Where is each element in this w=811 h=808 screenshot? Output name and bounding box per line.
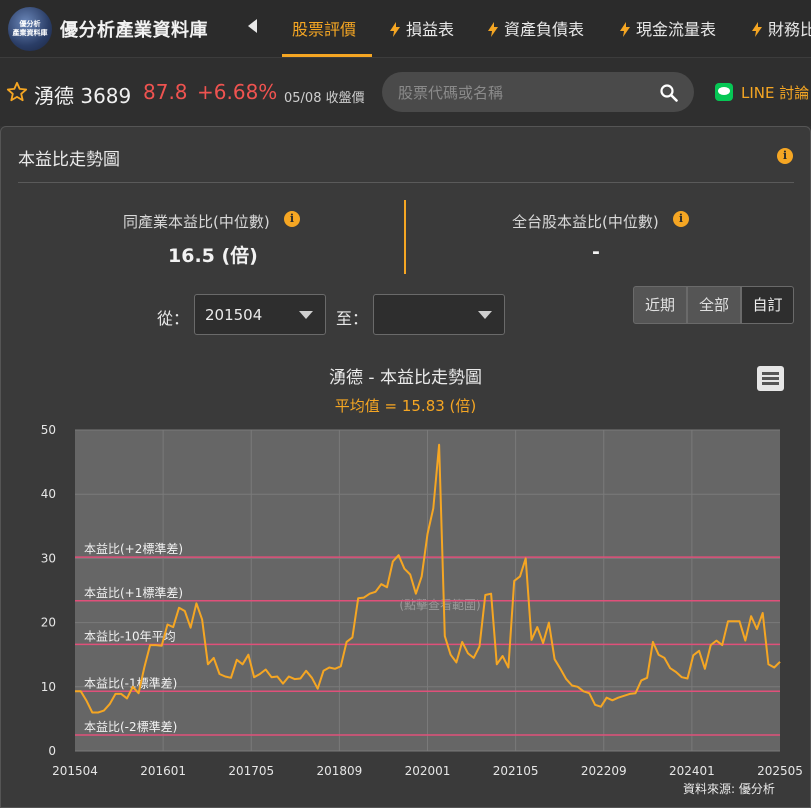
x-tick-label: 202001 [405,764,451,778]
x-tick-label: 202401 [669,764,715,778]
x-tick-label: 202105 [493,764,539,778]
x-tick-label: 202209 [581,764,627,778]
y-tick-label: 30 [41,551,56,565]
x-tick-label: 201809 [316,764,362,778]
y-tick-label: 50 [41,423,56,437]
y-tick-label: 10 [41,680,56,694]
band-label: 本益比(+1標準差) [84,585,183,600]
band-label: 本益比(-1標準差) [84,675,177,690]
y-tick-label: 40 [41,487,56,501]
x-tick-label: 202505 [757,764,803,778]
data-source-label: 資料來源: 優分析 [683,782,775,796]
x-tick-label: 201601 [140,764,186,778]
chart-watermark: (點擊查看範圍) [399,597,480,612]
y-tick-label: 0 [48,744,56,758]
x-tick-label: 201705 [228,764,274,778]
band-label: 本益比(-2標準差) [84,719,177,734]
x-tick-label: 201504 [52,764,98,778]
pe-line-chart[interactable]: 201504 201601 201705 201809 202001 202105 2022… [0,0,811,808]
band-label: 本益比(+2標準差) [84,541,183,556]
y-tick-label: 20 [41,616,56,630]
